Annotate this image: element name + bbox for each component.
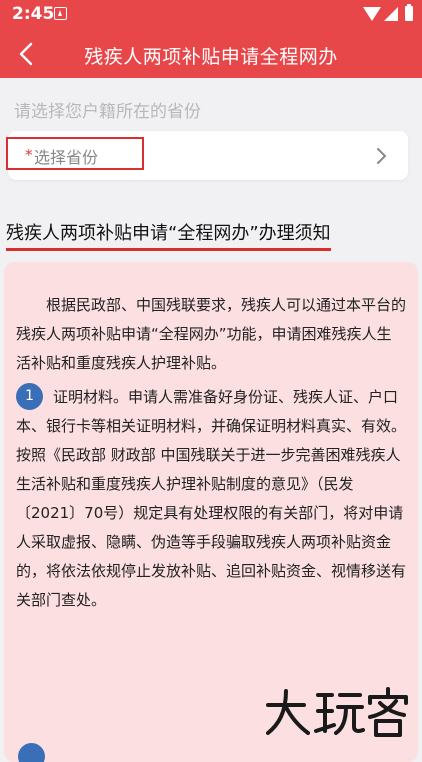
province-placeholder: 选择省份	[34, 148, 99, 167]
status-bar: 2:45	[0, 0, 422, 30]
watermark-logo	[266, 687, 408, 737]
notice-step-1: 1 证明材料。申请人需准备好身份证、残疾人证、户口本、银行卡等相关证明材料，并确保…	[4, 383, 418, 615]
wifi-icon	[363, 7, 381, 21]
notice-heading: 残疾人两项补贴申请“全程网办”办理须知	[6, 219, 331, 251]
battery-icon	[405, 4, 413, 21]
app-header: 残疾人两项补贴申请全程网办	[0, 30, 422, 78]
required-mark: *	[25, 146, 33, 164]
province-section-hint: 请选择您户籍所在的省份	[14, 102, 201, 122]
step-number-badge-partial	[18, 743, 45, 762]
step-1-text: 证明材料。申请人需准备好身份证、残疾人证、户口本、银行卡等相关证明材料，并确保证…	[16, 388, 407, 609]
province-select[interactable]: * 选择省份	[6, 137, 144, 170]
status-time: 2:45	[12, 4, 55, 24]
step-number-badge: 1	[16, 383, 43, 410]
chevron-right-icon[interactable]	[375, 147, 387, 165]
notification-a-icon	[54, 7, 67, 20]
page-title: 残疾人两项补贴申请全程网办	[84, 46, 338, 68]
notice-intro: 根据民政部、中国残联要求，残疾人可以通过本平台的残疾人两项补贴申请“全程网办”功…	[16, 296, 407, 372]
cell-signal-icon	[384, 7, 398, 21]
